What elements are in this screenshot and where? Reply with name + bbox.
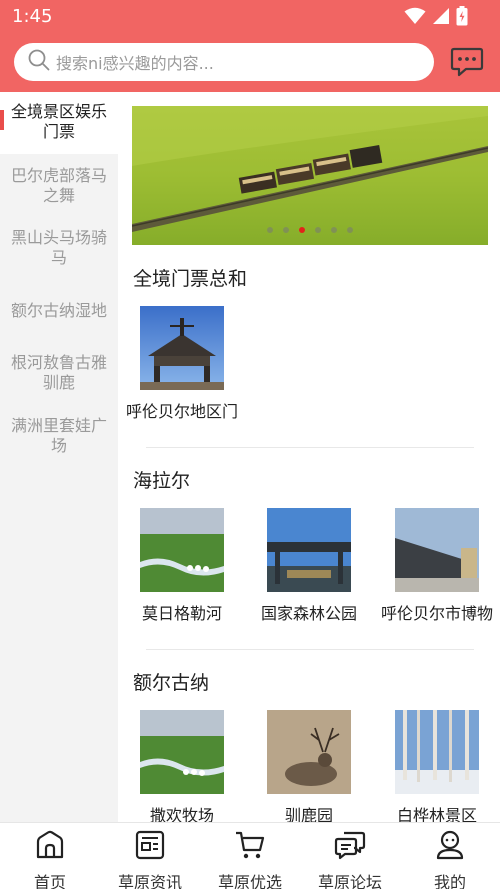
section-title: 额尔古纳 — [133, 672, 210, 694]
attraction-thumb-morigele[interactable] — [140, 508, 224, 592]
sidebar-item-heishantou[interactable]: 黑山头马场骑马 — [0, 228, 118, 268]
sidebar-item-ergun-wetland[interactable]: 额尔古纳湿地 — [0, 301, 118, 321]
sidebar-item-label: 额尔古纳湿地 — [10, 301, 107, 320]
nav-label: 草原资讯 — [117, 873, 182, 889]
attraction-label: 国家森林公园 — [260, 604, 357, 623]
carousel-dot-active[interactable] — [299, 227, 305, 233]
section-title: 海拉尔 — [133, 470, 191, 492]
attraction-thumb-museum[interactable] — [395, 508, 479, 592]
banner-carousel[interactable] — [132, 106, 488, 245]
app-header: 1:45 搜索ni感兴趣的内容... — [0, 0, 500, 92]
category-sidebar: 全境景区娱乐门票 巴尔虎部落马之舞 黑山头马场骑马 额尔古纳湿地 根河敖鲁古雅驯… — [0, 92, 118, 822]
status-bar: 1:45 — [0, 0, 500, 34]
search-input[interactable]: 搜索ni感兴趣的内容... — [14, 43, 434, 81]
chat-button[interactable] — [450, 46, 484, 78]
status-icons — [404, 6, 468, 30]
carousel-dot[interactable] — [347, 227, 353, 233]
nav-label: 草原论坛 — [317, 873, 382, 889]
sidebar-item-genhe-reindeer[interactable]: 根河敖鲁古雅驯鹿 — [0, 353, 118, 393]
sidebar-item-label: 满洲里套娃广场 — [10, 416, 107, 455]
nav-home[interactable]: 首页 — [0, 823, 100, 889]
sidebar-item-barhu[interactable]: 巴尔虎部落马之舞 — [0, 166, 118, 206]
search-icon — [28, 49, 50, 75]
carousel-dot[interactable] — [267, 227, 273, 233]
carousel-dots — [132, 227, 488, 233]
carousel-dot[interactable] — [315, 227, 321, 233]
birch-photo — [395, 710, 479, 794]
sidebar-item-label: 巴尔虎部落马之舞 — [10, 166, 107, 205]
attraction-label: 呼伦贝尔地区门 — [125, 402, 238, 421]
wifi-icon — [404, 7, 426, 29]
reindeer-photo — [267, 710, 351, 794]
bottom-nav: 首页 草原资讯 草原优选 草原论坛 我的 — [0, 822, 500, 889]
park-gate-photo — [267, 508, 351, 592]
gate-photo — [140, 306, 224, 390]
sidebar-item-label: 根河敖鲁古雅驯鹿 — [10, 353, 107, 392]
status-time: 1:45 — [12, 6, 53, 27]
attraction-thumb-forest-park[interactable] — [267, 508, 351, 592]
carousel-dot[interactable] — [283, 227, 289, 233]
river-photo — [140, 508, 224, 592]
section-divider — [146, 649, 474, 650]
section-divider — [146, 447, 474, 448]
nav-label: 草原优选 — [217, 873, 282, 889]
sidebar-item-all-tickets[interactable]: 全境景区娱乐门票 — [0, 92, 118, 154]
nav-forum[interactable]: 草原论坛 — [300, 823, 400, 889]
sidebar-item-label: 黑山头马场骑马 — [10, 228, 107, 267]
attraction-label: 呼伦贝尔市博物 — [380, 604, 493, 623]
section-title: 全境门票总和 — [133, 268, 248, 290]
chat-icon — [450, 47, 484, 82]
attraction-thumb-hulunbuir-gate[interactable] — [140, 306, 224, 390]
nav-shop[interactable]: 草原优选 — [200, 823, 300, 889]
attraction-thumb-sahuan-ranch[interactable] — [140, 710, 224, 794]
battery-icon — [456, 6, 468, 30]
nav-news[interactable]: 草原资讯 — [100, 823, 200, 889]
ranch-photo — [140, 710, 224, 794]
nav-label: 首页 — [33, 873, 66, 889]
attraction-label: 莫日格勒河 — [141, 604, 222, 623]
signal-icon — [432, 7, 450, 29]
nav-label: 我的 — [433, 873, 466, 889]
sidebar-item-manzhouli[interactable]: 满洲里套娃广场 — [0, 416, 118, 456]
museum-photo — [395, 508, 479, 592]
attraction-thumb-reindeer-park[interactable] — [267, 710, 351, 794]
nav-profile[interactable]: 我的 — [400, 823, 500, 889]
carousel-dot[interactable] — [331, 227, 337, 233]
search-placeholder: 搜索ni感兴趣的内容... — [56, 54, 214, 73]
sidebar-item-label: 全境景区娱乐门票 — [10, 102, 107, 141]
banner-image — [132, 106, 488, 245]
attraction-thumb-birch-forest[interactable] — [395, 710, 479, 794]
